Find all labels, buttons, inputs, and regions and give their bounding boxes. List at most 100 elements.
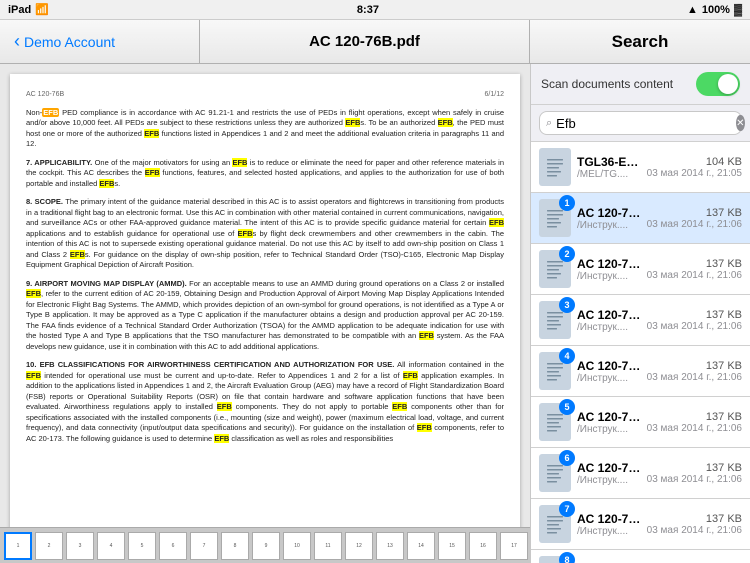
doc-viewer-panel: AC 120-76B 6/1/12 Non-EFB PED compliance… — [0, 64, 530, 563]
back-label: Demo Account — [24, 34, 115, 50]
result-meta: 137 KB03 мая 2014 г., 21:06 — [647, 411, 742, 434]
result-meta: 137 KB03 мая 2014 г., 21:06 — [647, 360, 742, 383]
thumb-16[interactable]: 16 — [469, 532, 497, 560]
thumb-15[interactable]: 15 — [438, 532, 466, 560]
result-sub: /Инструк.... — [577, 220, 643, 231]
thumb-13[interactable]: 13 — [376, 532, 404, 560]
result-icon: 2 — [539, 250, 571, 288]
result-badge: 5 — [559, 399, 575, 415]
result-badge: 2 — [559, 246, 575, 262]
result-badge: 4 — [559, 348, 575, 364]
thumb-12[interactable]: 12 — [345, 532, 373, 560]
nav-bar: ‹ Demo Account AC 120-76B.pdf Search — [0, 20, 750, 64]
result-icon: 8 — [539, 556, 571, 563]
result-sub: /Инструк.... — [577, 322, 643, 333]
doc-meta-left: AC 120-76B — [26, 90, 64, 100]
thumbnail-bar: 1 2 3 4 5 6 7 8 9 10 11 12 13 14 15 16 1… — [0, 527, 530, 563]
toggle-knob — [718, 74, 738, 94]
result-item[interactable]: 8AC 120-76B.pdf/Инструк....137 KB03 мая … — [531, 550, 750, 563]
thumb-2[interactable]: 2 — [35, 532, 63, 560]
thumb-6[interactable]: 6 — [159, 532, 187, 560]
result-badge: 1 — [559, 195, 575, 211]
result-date: 03 мая 2014 г., 21:06 — [647, 474, 742, 485]
status-bar-right: ▲ 100% ▓ — [687, 4, 742, 16]
result-badge: 3 — [559, 297, 575, 313]
result-name: AC 120-76B.pdf — [577, 206, 643, 220]
result-item[interactable]: 1AC 120-76B.pdf/Инструк....137 KB03 мая … — [531, 193, 750, 244]
result-icon: 5 — [539, 403, 571, 441]
search-clear-button[interactable]: ✕ — [736, 115, 744, 131]
result-icon: 3 — [539, 301, 571, 339]
result-icon: 4 — [539, 352, 571, 390]
result-sub: /Инструк.... — [577, 526, 643, 537]
result-date: 03 мая 2014 г., 21:06 — [647, 372, 742, 383]
search-icon: ⌕ — [546, 117, 552, 130]
thumb-8[interactable]: 8 — [221, 532, 249, 560]
result-icon: 7 — [539, 505, 571, 543]
result-date: 03 мая 2014 г., 21:06 — [647, 219, 742, 230]
scan-row: Scan documents content — [531, 64, 750, 105]
result-meta: 137 KB03 мая 2014 г., 21:06 — [647, 309, 742, 332]
thumb-4[interactable]: 4 — [97, 532, 125, 560]
result-size: 104 KB — [647, 156, 742, 168]
result-item[interactable]: 7AC 120-76B.pdf/Инструк....137 KB03 мая … — [531, 499, 750, 550]
thumb-1[interactable]: 1 — [4, 532, 32, 560]
search-panel-title: Search — [612, 32, 669, 52]
doc-para-4: 10. EFB CLASSIFICATIONS FOR AIRWORTHINES… — [26, 360, 504, 444]
result-text: AC 120-76B.pdf/Инструк.... — [577, 512, 643, 537]
thumb-14[interactable]: 14 — [407, 532, 435, 560]
thumb-11[interactable]: 11 — [314, 532, 342, 560]
thumb-3[interactable]: 3 — [66, 532, 94, 560]
result-badge: 6 — [559, 450, 575, 466]
result-name: TGL36-EFBs.pdf — [577, 155, 643, 169]
result-item[interactable]: 5AC 120-76B.pdf/Инструк....137 KB03 мая … — [531, 397, 750, 448]
scan-toggle[interactable] — [696, 72, 740, 96]
search-input-row: ⌕ ✕ — [531, 105, 750, 142]
result-sub: /Инструк.... — [577, 424, 643, 435]
result-meta: 104 KB03 мая 2014 г., 21:05 — [647, 156, 742, 179]
thumb-7[interactable]: 7 — [190, 532, 218, 560]
results-list[interactable]: TGL36-EFBs.pdf/MEL/TG....104 KB03 мая 20… — [531, 142, 750, 563]
result-date: 03 мая 2014 г., 21:06 — [647, 423, 742, 434]
thumb-17[interactable]: 17 — [500, 532, 528, 560]
battery-icon: ▓ — [734, 4, 742, 16]
result-item[interactable]: 6AC 120-76B.pdf/Инструк.... 137 KB03 мая … — [531, 448, 750, 499]
result-name: AC 120-76B.pdf — [577, 257, 643, 271]
doc-viewer[interactable]: AC 120-76B 6/1/12 Non-EFB PED compliance… — [0, 64, 530, 527]
result-item[interactable]: 2AC 120-76B.pdf/Инструк....137 KB03 мая … — [531, 244, 750, 295]
result-item[interactable]: 3AC 120-76B.pdf/Инструк....137 KB03 мая … — [531, 295, 750, 346]
thumb-9[interactable]: 9 — [252, 532, 280, 560]
result-date: 03 мая 2014 г., 21:05 — [647, 168, 742, 179]
result-badge: 8 — [559, 552, 575, 563]
result-size: 137 KB — [647, 462, 742, 474]
result-item[interactable]: 4AC 120-76B.pdf/Инструк....137 KB03 мая … — [531, 346, 750, 397]
doc-body: Non-EFB PED compliance is in accordance … — [26, 108, 504, 445]
result-badge: 7 — [559, 501, 575, 517]
ipad-label: iPad — [8, 4, 31, 16]
result-size: 137 KB — [647, 513, 742, 525]
status-bar-left: iPad 📶 — [8, 3, 49, 16]
result-size: 137 KB — [647, 258, 742, 270]
search-input[interactable] — [556, 116, 732, 131]
result-name: AC 120-76B.pdf — [577, 308, 643, 322]
result-size: 137 KB — [647, 360, 742, 372]
thumb-10[interactable]: 10 — [283, 532, 311, 560]
result-text: AC 120-76B.pdf/Инструк.... — [577, 410, 643, 435]
result-meta: 137 KB03 мая 2014 г., 21:06 — [647, 513, 742, 536]
nav-center: AC 120-76B.pdf — [200, 20, 530, 63]
search-panel: Scan documents content ⌕ ✕ TGL36-EFBs.pd… — [530, 64, 750, 563]
result-size: 137 KB — [647, 411, 742, 423]
result-size: 137 KB — [647, 207, 742, 219]
doc-para-3: 9. AIRPORT MOVING MAP DISPLAY (AMMD). Fo… — [26, 279, 504, 353]
result-text: AC 120-76B.pdf/Инструк.... — [577, 461, 643, 486]
result-date: 03 мая 2014 г., 21:06 — [647, 525, 742, 536]
result-icon: 1 — [539, 199, 571, 237]
back-button[interactable]: ‹ Demo Account — [8, 27, 121, 56]
result-sub: /MEL/TG.... — [577, 169, 643, 180]
thumb-5[interactable]: 5 — [128, 532, 156, 560]
signal-icon: ▲ — [687, 4, 698, 16]
result-text: AC 120-76B.pdf/Инструк.... — [577, 206, 643, 231]
doc-title: AC 120-76B.pdf — [309, 33, 420, 50]
result-item[interactable]: TGL36-EFBs.pdf/MEL/TG.... 104 KB03 мая 20… — [531, 142, 750, 193]
doc-para-2: 8. SCOPE. The primary intent of the guid… — [26, 197, 504, 271]
